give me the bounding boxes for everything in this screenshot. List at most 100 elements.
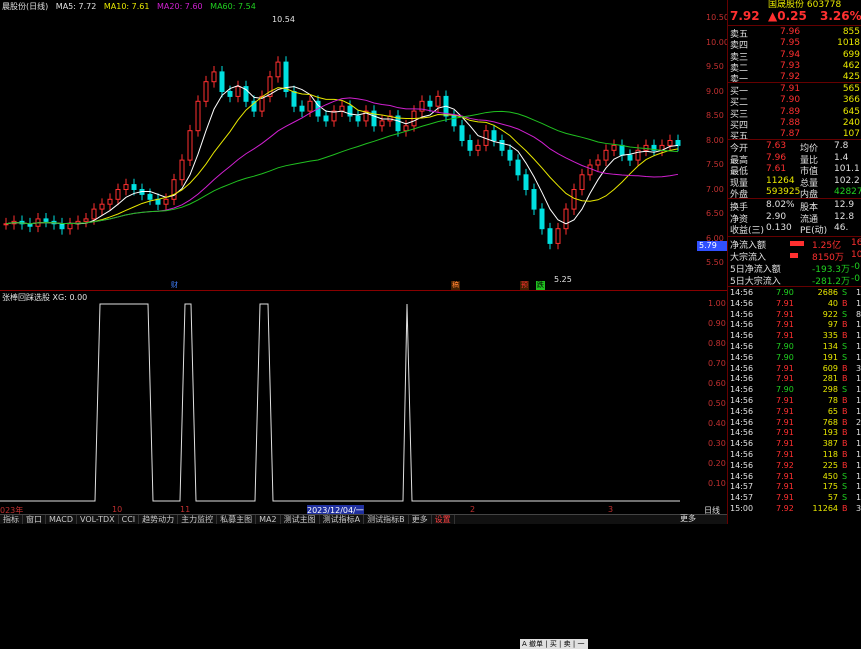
tick-price: 7.92 xyxy=(776,460,794,470)
indicator-tab[interactable]: 主力监控 xyxy=(178,515,218,524)
tick-price: 7.90 xyxy=(776,342,794,351)
order-book-row[interactable]: 卖三 7.94 699 xyxy=(730,50,861,63)
tick-side: S xyxy=(842,342,848,351)
tick-row[interactable]: 14:56 7.91 193 B 1 xyxy=(730,428,861,439)
tick-time: 14:56 xyxy=(730,417,754,427)
main-axis-tick: 7.50 xyxy=(706,160,724,169)
tick-volume: 175 xyxy=(822,482,838,492)
order-popup[interactable]: A 撤单 | 买 | 卖 | 一 xyxy=(520,639,588,649)
tick-row[interactable]: 14:56 7.91 922 S 8 xyxy=(730,310,861,321)
tick-row[interactable]: 15:00 7.92 11264 B 3 xyxy=(730,504,861,515)
indicator-tab[interactable]: 趋势动力 xyxy=(139,515,179,524)
indicator-tab[interactable]: 测试指标A xyxy=(320,515,365,524)
tick-time: 14:56 xyxy=(730,385,754,395)
tick-volume: 609 xyxy=(822,363,838,373)
tick-time: 14:56 xyxy=(730,406,754,416)
indicator-tab[interactable]: 私募主图 xyxy=(217,515,257,524)
indicator-tab[interactable]: 设置 xyxy=(432,515,455,524)
tick-time: 14:56 xyxy=(730,439,754,449)
indicator-tab[interactable]: 测试主图 xyxy=(281,515,320,524)
forecast-marker[interactable]: 预 xyxy=(520,281,529,290)
tick-volume: 922 xyxy=(822,309,838,319)
indicator-tab[interactable]: 更多 xyxy=(409,515,432,524)
tick-row[interactable]: 14:56 7.91 450 S 1 xyxy=(730,472,861,483)
tick-row[interactable]: 14:56 7.91 40 B 1 xyxy=(730,299,861,310)
order-book-row[interactable]: 卖二 7.93 462 xyxy=(730,61,861,74)
order-volume: 366 xyxy=(842,95,860,106)
fund-flow-extra: -0 xyxy=(851,262,860,272)
indicator-tab[interactable]: 指标 xyxy=(0,515,23,524)
tick-side: B xyxy=(842,428,848,438)
stat-value: 102.2 xyxy=(834,175,860,186)
order-book-row[interactable]: 买一 7.91 565 xyxy=(730,84,861,97)
drop-marker[interactable]: 跌 xyxy=(536,281,545,290)
tick-price: 7.91 xyxy=(776,482,794,492)
main-axis-tick: 6.00 xyxy=(706,233,724,243)
tick-price: 7.91 xyxy=(776,309,794,319)
order-book-row[interactable]: 卖四 7.95 1018 xyxy=(730,38,861,51)
main-axis-tick: 10.00 xyxy=(706,37,729,47)
tick-side: B xyxy=(842,460,848,470)
tick-side: S xyxy=(842,493,848,503)
order-book-row[interactable]: 买四 7.88 240 xyxy=(730,118,861,131)
tick-price: 7.92 xyxy=(776,504,794,513)
tick-row[interactable]: 14:56 7.90 191 S 1 xyxy=(730,353,861,364)
indicator-tab[interactable]: 测试指标B xyxy=(364,515,409,524)
sub-axis-tick: 0.40 xyxy=(708,419,726,428)
indicator-tab[interactable]: 窗口 xyxy=(23,515,46,524)
tick-time: 14:56 xyxy=(730,428,754,438)
more-label[interactable]: 更多 xyxy=(680,514,696,524)
tick-row[interactable]: 14:56 7.91 118 B 1 xyxy=(730,450,861,461)
sub-axis-tick: 0.60 xyxy=(708,379,726,388)
tick-row[interactable]: 14:56 7.91 609 B 3 xyxy=(730,364,861,375)
tick-row[interactable]: 14:56 7.90 2686 S 10 xyxy=(730,288,861,299)
tick-row[interactable]: 14:56 7.91 97 B 1 xyxy=(730,320,861,331)
date-label: 3 xyxy=(608,505,614,514)
tick-volume: 768 xyxy=(822,417,838,427)
indicator-tab[interactable]: CCI xyxy=(119,515,140,524)
finance-marker[interactable]: 财 xyxy=(170,281,179,290)
stat-row: 最低 7.61 市值 101.1 xyxy=(730,164,861,177)
tick-price: 7.91 xyxy=(776,320,794,330)
indicator-tab[interactable]: MA2 xyxy=(256,515,281,524)
stat-value: 593925 xyxy=(766,187,801,197)
tick-row[interactable]: 14:56 7.91 335 B 1 xyxy=(730,331,861,342)
report-marker[interactable]: 稿 xyxy=(451,281,460,290)
tick-side: B xyxy=(842,450,848,459)
tick-row[interactable]: 14:56 7.91 78 B 1 xyxy=(730,396,861,407)
tick-row[interactable]: 14:56 7.90 134 S 1 xyxy=(730,342,861,353)
tick-row[interactable]: 14:56 7.91 387 B 1 xyxy=(730,439,861,450)
tick-row[interactable]: 14:56 7.92 225 B 1 xyxy=(730,461,861,472)
sub-axis-tick: 0.30 xyxy=(708,439,726,448)
order-price: 7.87 xyxy=(780,129,801,140)
tick-price: 7.91 xyxy=(776,363,794,373)
tick-volume: 65 xyxy=(827,406,838,416)
tick-count: 1 xyxy=(856,450,861,459)
order-book-row[interactable]: 买二 7.90 366 xyxy=(730,95,861,108)
tick-volume: 97 xyxy=(827,320,838,330)
tick-row[interactable]: 14:56 7.91 281 B 1 xyxy=(730,374,861,385)
fund-flow-extra: 16 xyxy=(851,238,861,248)
tick-row[interactable]: 14:57 7.91 57 S 1 xyxy=(730,493,861,504)
order-book-row[interactable]: 卖五 7.96 855 xyxy=(730,27,861,40)
tick-row[interactable]: 14:56 7.91 65 B 1 xyxy=(730,407,861,418)
main-kline-chart[interactable]: 晨股份(日线) MA5: 7.72 MA10: 7.61 MA20: 7.60 … xyxy=(0,0,729,290)
sub-axis-tick: 0.20 xyxy=(708,459,726,468)
tick-side: B xyxy=(842,320,848,330)
tick-count: 1 xyxy=(856,385,861,395)
daily-label[interactable]: 日线 xyxy=(704,505,720,516)
indicator-tab[interactable]: VOL-TDX xyxy=(77,515,119,524)
tick-side: S xyxy=(842,482,848,492)
tick-row[interactable]: 14:56 7.90 298 S 1 xyxy=(730,385,861,396)
main-axis-tick: 9.50 xyxy=(706,62,724,71)
tick-row[interactable]: 14:56 7.91 768 B 2 xyxy=(730,418,861,429)
price-change: ▲0.25 xyxy=(768,9,807,23)
tick-count: 1 xyxy=(856,493,861,503)
tick-row[interactable]: 14:57 7.91 175 S 1 xyxy=(730,482,861,493)
indicator-tab[interactable]: MACD xyxy=(46,515,77,524)
order-book-row[interactable]: 买三 7.89 645 xyxy=(730,107,861,120)
indicator-subchart[interactable]: 张棒回踩选股 XG: 0.00 1.00 0.90 0.80 0.70 0.60 0.50… xyxy=(0,290,727,649)
tick-count: 2 xyxy=(856,417,861,427)
order-price: 7.90 xyxy=(780,95,801,106)
tick-volume: 281 xyxy=(822,374,838,384)
